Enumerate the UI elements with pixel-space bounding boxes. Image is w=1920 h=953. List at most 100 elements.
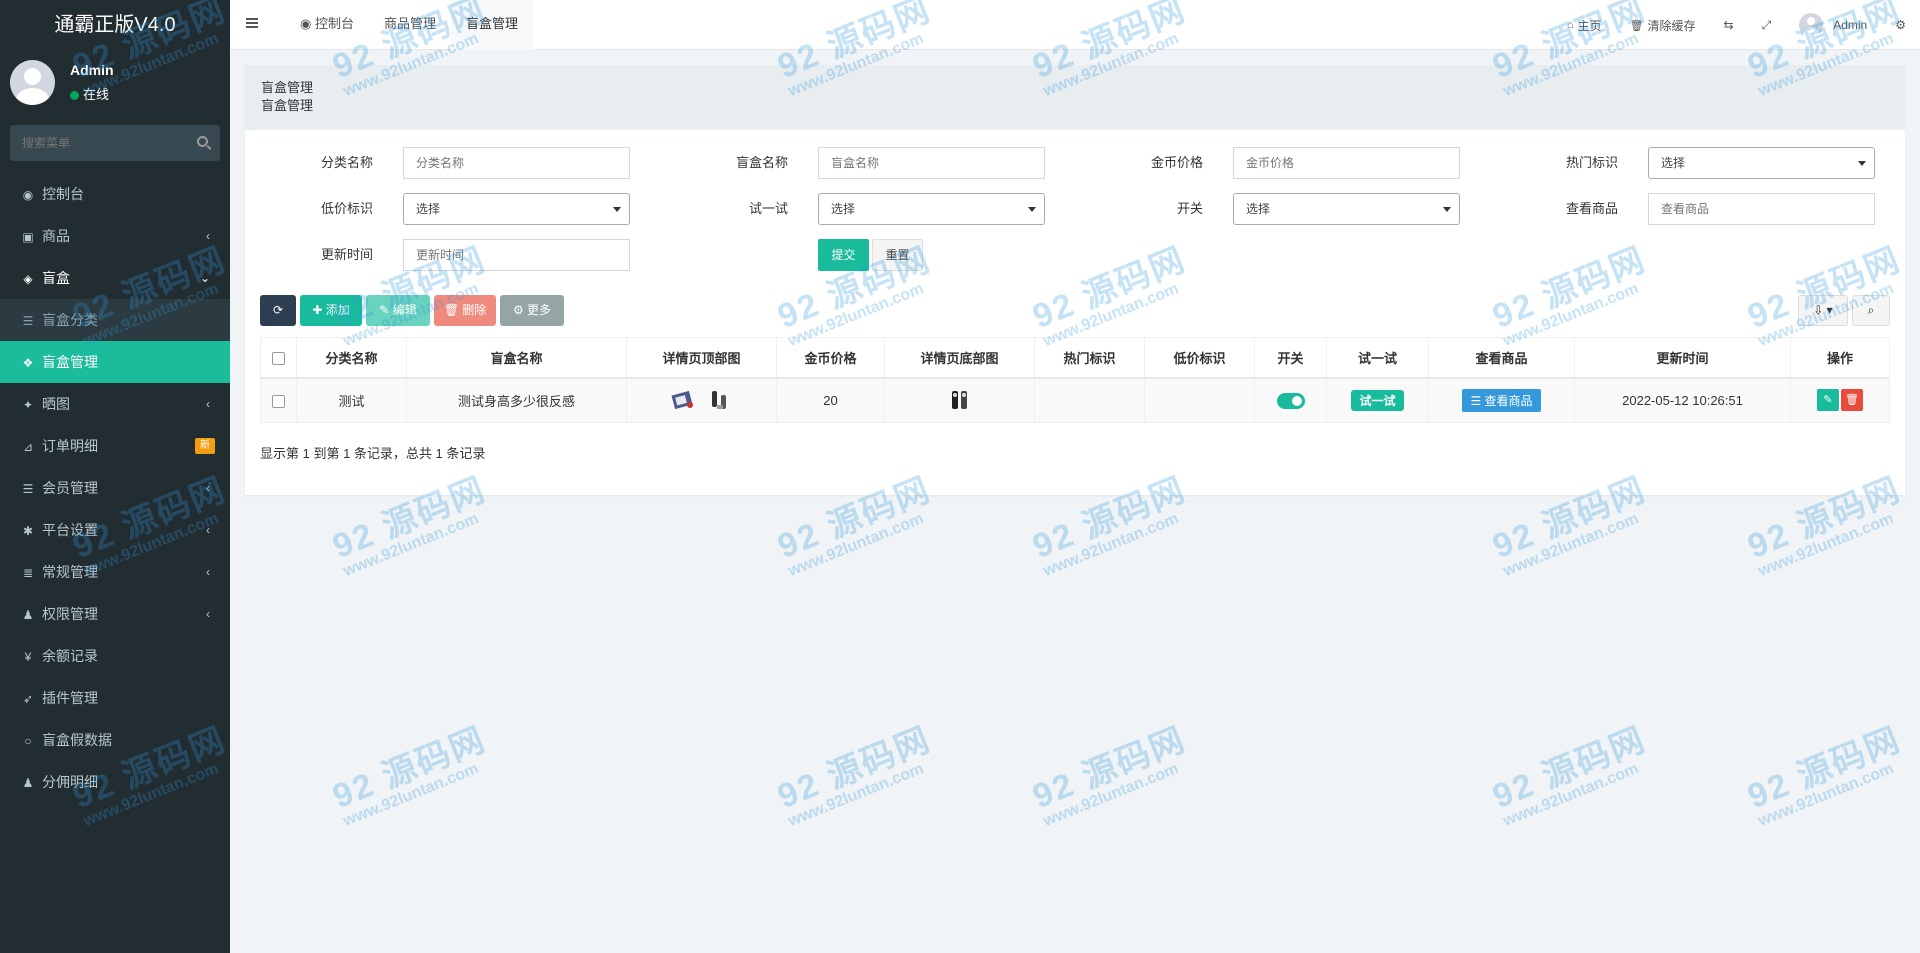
tab-goods-manage[interactable]: 商品管理: [369, 0, 451, 50]
more-button[interactable]: ⚙ 更多: [500, 295, 564, 326]
filter-price-input[interactable]: [1233, 147, 1460, 179]
tab-dashboard[interactable]: ◉ 控制台: [285, 0, 369, 50]
sidebar-item-balance[interactable]: ¥ 余额记录: [0, 635, 230, 677]
edit-button[interactable]: ✎ 编辑: [366, 295, 430, 326]
top-tabs: ◉ 控制台 商品管理 盲盒管理: [285, 0, 534, 50]
export-button[interactable]: ⇩ ▾: [1798, 295, 1848, 326]
col-top-image[interactable]: 详情页顶部图: [626, 337, 777, 379]
bottom-image-thumb[interactable]: [947, 387, 973, 413]
row-delete-button[interactable]: 🗑: [1841, 389, 1863, 412]
topbar-actions: ⌂ 主页 🗑 清除缓存 ⇆ ⤢ Admin ⚙: [1553, 0, 1920, 50]
menu-search-input[interactable]: [10, 125, 200, 161]
trash-icon: 🗑: [443, 303, 463, 317]
sidebar-item-plugins[interactable]: ➶ 插件管理: [0, 677, 230, 719]
col-updated[interactable]: 更新时间: [1574, 337, 1791, 379]
sidebar-item-commission[interactable]: ♟ 分佣明细: [0, 761, 230, 803]
col-view-goods[interactable]: 查看商品: [1428, 337, 1575, 379]
dashboard-icon: ◉: [22, 188, 34, 202]
sidebar-item-dashboard[interactable]: ◉ 控制台: [0, 173, 230, 215]
sidebar-item-members[interactable]: ☰ 会员管理 ‹: [0, 467, 230, 509]
delete-button[interactable]: 🗑 删除: [434, 295, 496, 326]
filter-switch-select[interactable]: 选择: [1233, 193, 1460, 225]
brand-logo[interactable]: 通霸正版V4.0: [0, 0, 230, 50]
search-toggle-button[interactable]: ⌕: [1852, 295, 1890, 326]
switch-toggle[interactable]: [1276, 392, 1305, 409]
col-name[interactable]: 盲盒名称: [406, 337, 627, 379]
reset-button[interactable]: 重置: [872, 239, 923, 271]
watermark-url: www.92luntan.com: [340, 510, 482, 580]
clear-cache-button[interactable]: 🗑 清除缓存: [1616, 17, 1710, 34]
col-price[interactable]: 金币价格: [776, 337, 885, 379]
yen-icon: ¥: [24, 650, 32, 664]
data-table: 分类名称 盲盒名称 详情页顶部图 金币价格 详情页底部图 热门标识 低价标识 开…: [260, 337, 1890, 423]
cell-updated: 2022-05-12 10:26:51: [1574, 377, 1791, 423]
filter-box-input[interactable]: [818, 147, 1045, 179]
sidebar-item-blindbox[interactable]: ◈ 盲盒 ⌄: [0, 257, 230, 299]
filter-row-1: 分类名称 盲盒名称 金币价格 热门标识 选择: [245, 147, 1905, 179]
tab-blindbox-manage[interactable]: 盲盒管理: [451, 0, 534, 50]
page-title: 盲盒管理: [261, 80, 314, 95]
settings-button[interactable]: ⚙: [1881, 18, 1920, 32]
sidebar-item-general[interactable]: ≣ 常规管理 ‹: [0, 551, 230, 593]
cubes-icon: ❖: [22, 356, 34, 370]
filter-hot-select[interactable]: 选择: [1648, 147, 1875, 179]
shopping-bag-icon: ▣: [22, 230, 34, 244]
submit-button[interactable]: 提交: [818, 239, 869, 271]
filter-low-select[interactable]: 选择: [403, 193, 630, 225]
filter-category-input[interactable]: [403, 147, 630, 179]
fullscreen-button[interactable]: ⤢: [1748, 18, 1786, 33]
filter-try-select[interactable]: 选择: [818, 193, 1045, 225]
user-name: Admin: [70, 62, 114, 78]
select-all-checkbox[interactable]: [272, 351, 285, 365]
col-hot[interactable]: 热门标识: [1034, 337, 1145, 379]
chevron-left-icon: ‹: [206, 481, 210, 495]
online-dot-icon: [70, 91, 79, 101]
watermark-url: www.92luntan.com: [1040, 510, 1182, 580]
filter-time-input[interactable]: [403, 239, 630, 271]
cell-name: 测试身高多少很反感: [406, 377, 627, 423]
sidebar-item-platform-settings[interactable]: ✱ 平台设置 ‹: [0, 509, 230, 551]
language-button[interactable]: ⇆: [1710, 18, 1748, 32]
row-checkbox[interactable]: [272, 394, 285, 408]
col-category[interactable]: 分类名称: [296, 337, 407, 379]
sidebar-item-showcase[interactable]: ✦ 晒图 ‹: [0, 383, 230, 425]
search-icon[interactable]: [197, 136, 208, 147]
filter-label-switch: 开关: [1176, 201, 1203, 216]
menu-toggle-icon[interactable]: [246, 18, 258, 28]
dashboard-icon: ◉: [300, 16, 315, 31]
caret-down-icon: [1858, 161, 1866, 166]
sidebar-item-permissions[interactable]: ♟ 权限管理 ‹: [0, 593, 230, 635]
col-bottom-image[interactable]: 详情页底部图: [884, 337, 1035, 379]
pencil-icon: ✎: [1823, 394, 1833, 407]
list-icon: ☰: [1470, 393, 1485, 408]
sidebar-item-blindbox-category[interactable]: ☰ 盲盒分类: [0, 299, 230, 341]
home-link[interactable]: ⌂ 主页: [1553, 17, 1616, 34]
watermark: 92 源码网 www.92luntan.com: [1024, 712, 1197, 831]
table-row: 测试 测试身高多少很反感 20 试一试 ☰ 查看商品 2022-05-12 10…: [260, 377, 1890, 423]
top-image-thumb-2[interactable]: [707, 387, 733, 413]
dropbox-icon: ✦: [22, 398, 34, 412]
watermark-title: 92 源码网: [772, 720, 937, 817]
top-image-thumb-1[interactable]: [670, 387, 696, 413]
col-try[interactable]: 试一试: [1326, 337, 1429, 379]
sidebar-item-orders[interactable]: ⊿ 订单明细新: [0, 425, 230, 467]
add-button[interactable]: ✚ 添加: [300, 295, 362, 326]
sidebar-item-fake-data[interactable]: ○ 盲盒假数据: [0, 719, 230, 761]
sidebar-item-blindbox-manage[interactable]: ❖ 盲盒管理: [0, 341, 230, 383]
cell-top-image: [626, 377, 777, 423]
list-alt-icon: ☰: [22, 482, 34, 496]
plus-icon: ✚: [312, 303, 326, 317]
filter-goods-input[interactable]: [1648, 193, 1875, 225]
export-icon: ⇩ ▾: [1813, 303, 1833, 317]
refresh-button[interactable]: ⟳: [260, 295, 296, 326]
col-switch[interactable]: 开关: [1254, 337, 1327, 379]
sidebar-item-goods[interactable]: ▣ 商品 ‹: [0, 215, 230, 257]
row-edit-button[interactable]: ✎: [1817, 389, 1839, 412]
view-goods-button[interactable]: ☰ 查看商品: [1462, 388, 1541, 412]
try-badge[interactable]: 试一试: [1351, 389, 1404, 411]
col-low[interactable]: 低价标识: [1144, 337, 1255, 379]
caret-down-icon: [613, 207, 621, 212]
language-icon: ⇆: [1723, 18, 1734, 32]
user-menu[interactable]: Admin: [1785, 13, 1881, 37]
filter-label-goods: 查看商品: [1565, 201, 1618, 216]
